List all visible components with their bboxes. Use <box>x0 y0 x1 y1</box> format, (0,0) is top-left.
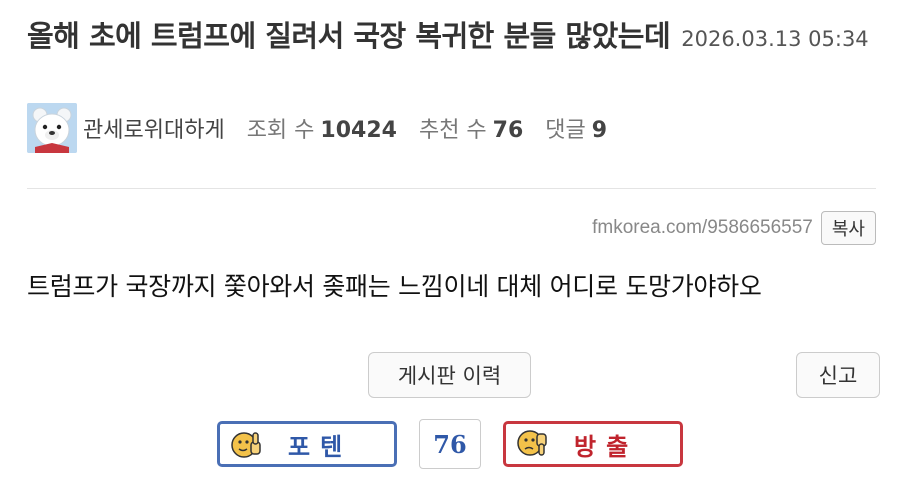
polar-bear-avatar-icon <box>27 103 77 153</box>
post-meta: 관세로위대하게 조회 수 10424 추천 수 76 댓글 9 <box>27 103 607 153</box>
author-name[interactable]: 관세로위대하게 <box>83 112 225 144</box>
upvote-label: 포텐 <box>288 432 353 461</box>
comment-count-value: 9 <box>591 118 608 143</box>
thumbs-down-face-icon <box>517 430 547 456</box>
view-count-value: 10424 <box>320 118 397 143</box>
report-button[interactable]: 신고 <box>796 352 880 398</box>
downvote-button[interactable]: 방출 <box>503 421 683 467</box>
meta-divider <box>27 188 876 189</box>
view-count: 조회 수 10424 <box>247 112 397 144</box>
board-history-button[interactable]: 게시판 이력 <box>368 352 531 398</box>
post-date: 2026.03.13 05:34 <box>681 27 869 51</box>
comment-count: 댓글 9 <box>545 112 607 144</box>
upvote-button[interactable]: 포텐 <box>217 421 397 467</box>
avatar[interactable] <box>27 103 77 153</box>
recommend-count: 추천 수 76 <box>419 112 523 144</box>
post-body: 트럼프가 국장까지 쫓아와서 좆패는 느낌이네 대체 어디로 도망가야하오 <box>27 272 762 301</box>
view-count-label: 조회 수 <box>246 118 315 143</box>
thumbs-up-face-icon <box>231 432 261 458</box>
comment-count-label: 댓글 <box>545 118 586 143</box>
copy-url-button[interactable]: 복사 <box>820 211 876 245</box>
post-title: 올해 초에 트럼프에 질려서 국장 복귀한 분들 많았는데 2026.03.13… <box>27 18 887 59</box>
post-title-text: 올해 초에 트럼프에 질려서 국장 복귀한 분들 많았는데 <box>27 19 671 53</box>
post-link-row: fmkorea.com/9586656557 복사 <box>592 211 876 245</box>
downvote-label: 방출 <box>574 432 639 461</box>
recommend-count-value: 76 <box>492 118 524 143</box>
vote-count: 76 <box>419 419 481 469</box>
recommend-count-label: 추천 수 <box>418 118 487 143</box>
post-url[interactable]: fmkorea.com/9586656557 <box>592 217 813 239</box>
